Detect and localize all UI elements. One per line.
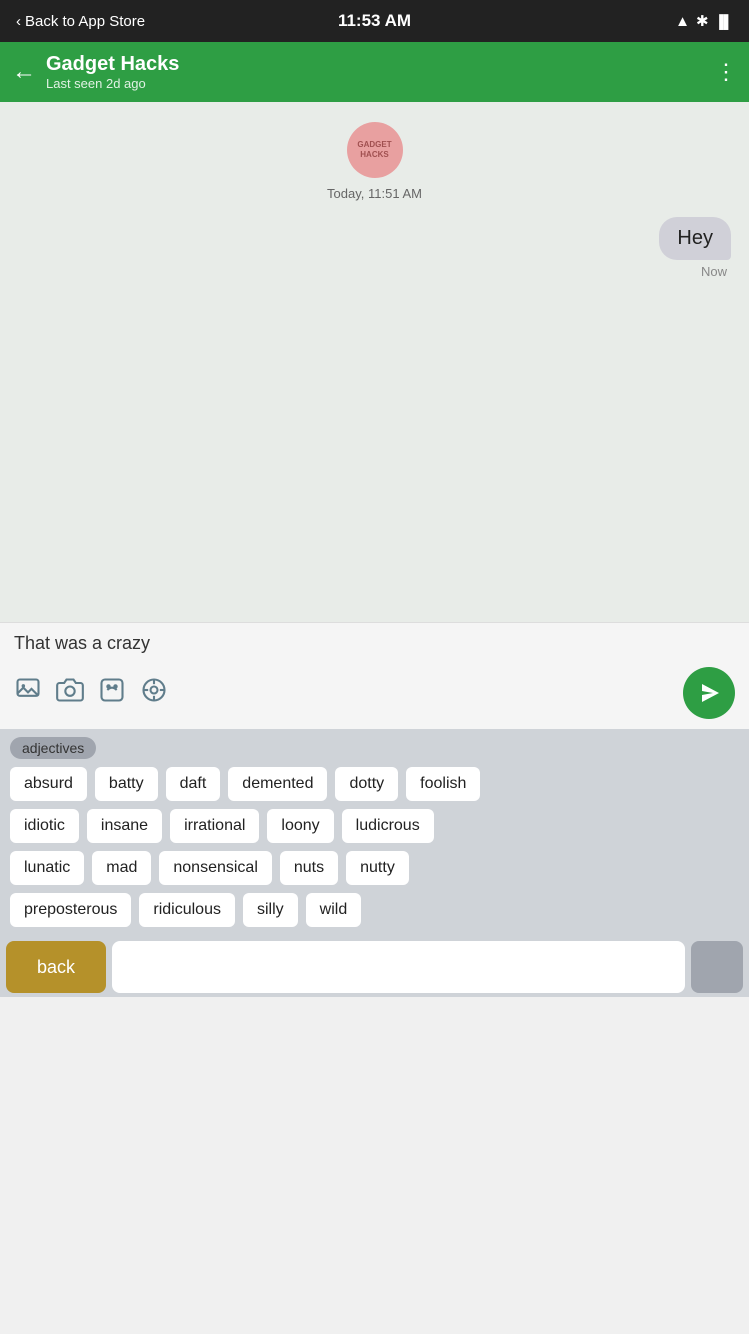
battery-icon: ▐▌ xyxy=(715,14,733,29)
suggestion-absurd[interactable]: absurd xyxy=(10,767,87,801)
location-icon[interactable] xyxy=(140,676,168,711)
suggestion-wild[interactable]: wild xyxy=(306,893,362,927)
last-seen-label: Last seen 2d ago xyxy=(46,76,705,91)
suggestion-row-2: idiotic insane irrational loony ludicrou… xyxy=(10,809,739,843)
enter-key[interactable] xyxy=(691,941,743,993)
sent-message-bubble: Hey xyxy=(659,217,731,260)
input-toolbar xyxy=(14,663,735,719)
status-bar: ‹ Back to App Store 11:53 AM ▲ ✱ ▐▌ xyxy=(0,0,749,42)
send-button[interactable] xyxy=(683,667,735,719)
suggestion-demented[interactable]: demented xyxy=(228,767,327,801)
suggestion-row-3: lunatic mad nonsensical nuts nutty xyxy=(10,851,739,885)
keyboard-suggestions: adjectives absurd batty daft demented do… xyxy=(0,729,749,933)
chat-header: ← Gadget Hacks Last seen 2d ago ⋮ xyxy=(0,42,749,102)
suggestion-nuts[interactable]: nuts xyxy=(280,851,338,885)
more-menu-button[interactable]: ⋮ xyxy=(715,59,737,85)
bluetooth-icon: ✱ xyxy=(696,12,709,30)
contact-name: Gadget Hacks xyxy=(46,53,705,76)
suggestion-insane[interactable]: insane xyxy=(87,809,162,843)
suggestion-irrational[interactable]: irrational xyxy=(170,809,259,843)
back-button[interactable]: ← xyxy=(12,58,36,86)
message-time: Now xyxy=(701,264,727,279)
suggestion-silly[interactable]: silly xyxy=(243,893,298,927)
suggestion-loony[interactable]: loony xyxy=(267,809,333,843)
suggestion-dotty[interactable]: dotty xyxy=(335,767,398,801)
suggestion-ludicrous[interactable]: ludicrous xyxy=(342,809,434,843)
location-icon: ▲ xyxy=(675,13,690,30)
status-time: 11:53 AM xyxy=(338,11,411,31)
message-input[interactable]: That was a crazy xyxy=(14,633,735,663)
suggestion-mad[interactable]: mad xyxy=(92,851,151,885)
chat-area: GADGETHACKS Today, 11:51 AM Hey Now xyxy=(0,102,749,622)
suggestion-foolish[interactable]: foolish xyxy=(406,767,480,801)
suggestion-lunatic[interactable]: lunatic xyxy=(10,851,84,885)
keyboard-bottom-row: back xyxy=(0,933,749,997)
back-key[interactable]: back xyxy=(6,941,106,993)
back-to-app-store[interactable]: ‹ Back to App Store xyxy=(16,13,145,30)
space-key[interactable] xyxy=(112,941,685,993)
suggestion-rows: absurd batty daft demented dotty foolish… xyxy=(10,767,739,927)
message-list: Hey Now xyxy=(14,217,735,279)
suggestion-nonsensical[interactable]: nonsensical xyxy=(159,851,272,885)
camera-icon[interactable] xyxy=(56,676,84,711)
status-icons: ▲ ✱ ▐▌ xyxy=(675,12,733,30)
suggestion-row-4: preposterous ridiculous silly wild xyxy=(10,893,739,927)
suggestion-nutty[interactable]: nutty xyxy=(346,851,409,885)
suggestion-batty[interactable]: batty xyxy=(95,767,158,801)
suggestion-idiotic[interactable]: idiotic xyxy=(10,809,79,843)
avatar: GADGETHACKS xyxy=(347,122,403,178)
suggestion-ridiculous[interactable]: ridiculous xyxy=(139,893,235,927)
gallery-icon[interactable] xyxy=(14,676,42,711)
sticker-icon[interactable] xyxy=(98,676,126,711)
chat-timestamp: Today, 11:51 AM xyxy=(327,186,422,201)
contact-info: Gadget Hacks Last seen 2d ago xyxy=(46,53,705,91)
suggestion-row-1: absurd batty daft demented dotty foolish xyxy=(10,767,739,801)
avatar-text: GADGETHACKS xyxy=(357,140,391,159)
chevron-left-icon: ‹ xyxy=(16,13,21,30)
suggestions-category-label: adjectives xyxy=(10,737,96,759)
input-area: That was a crazy xyxy=(0,622,749,729)
suggestion-daft[interactable]: daft xyxy=(166,767,221,801)
suggestion-preposterous[interactable]: preposterous xyxy=(10,893,131,927)
